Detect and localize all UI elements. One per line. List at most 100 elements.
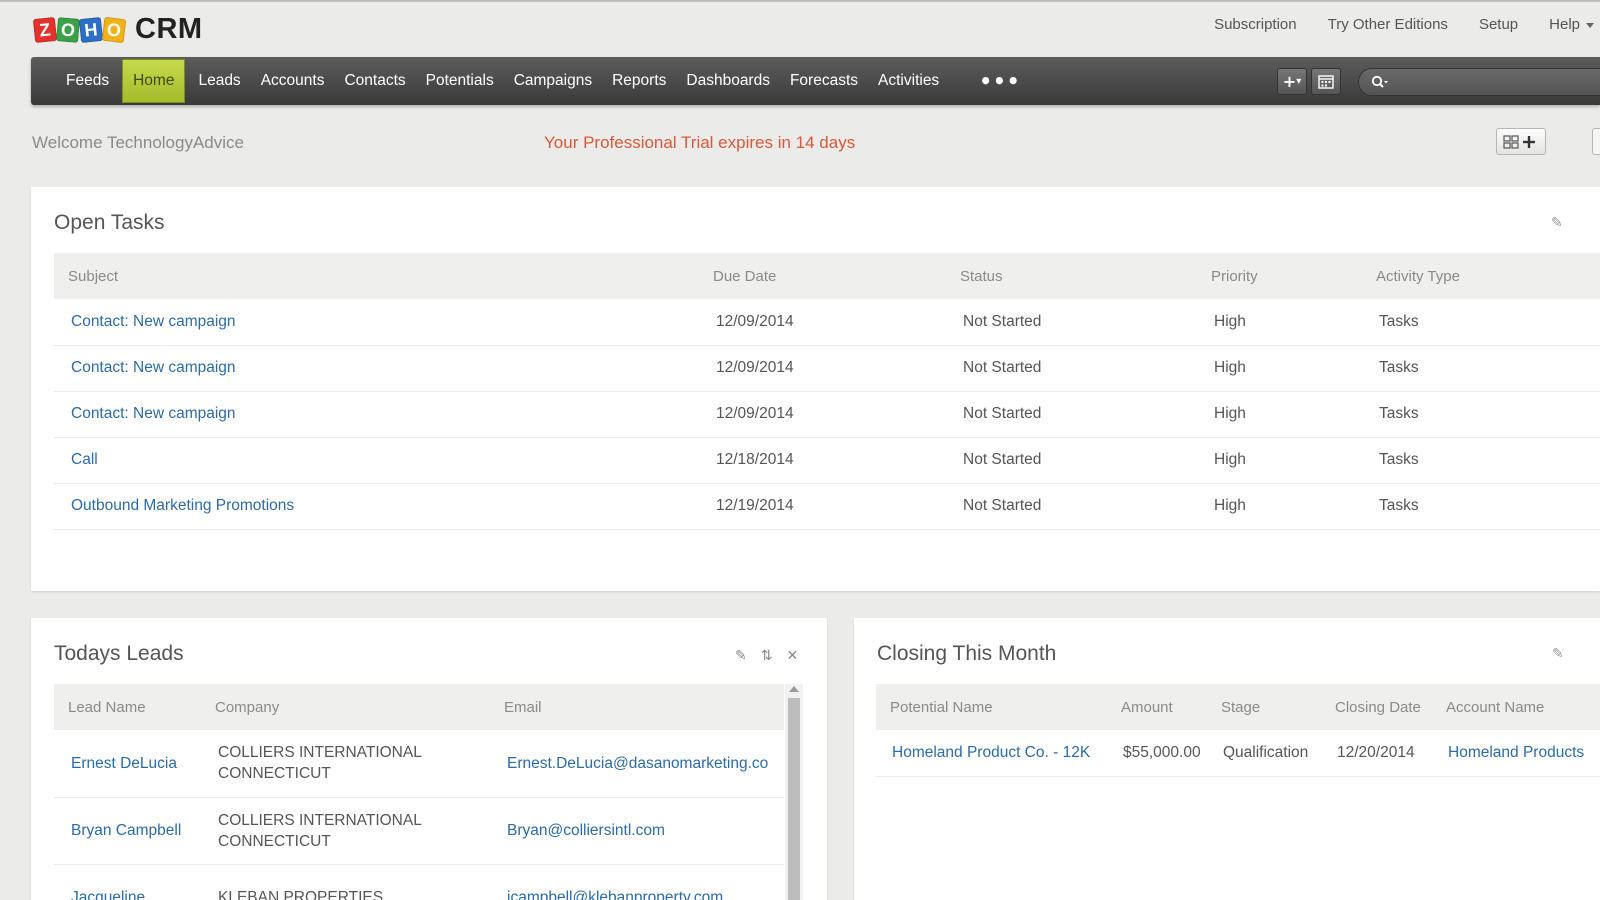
layout-button[interactable] xyxy=(1592,128,1600,155)
table-cell: COLLIERS INTERNATIONAL CONNECTICUT xyxy=(201,797,490,865)
table-cell: 12/09/2014 xyxy=(699,345,946,392)
tab-home[interactable]: Home xyxy=(122,59,186,103)
table-row[interactable]: Bryan Campbell COLLIERS INTERNATIONAL CON… xyxy=(54,797,784,865)
table-cell: Tasks xyxy=(1362,299,1600,346)
open-tasks-table: Subject Due Date Status Priority Activit… xyxy=(54,253,1600,530)
help-menu[interactable]: Help xyxy=(1549,16,1594,33)
record-link[interactable]: Outbound Marketing Promotions xyxy=(54,483,699,530)
column-header[interactable]: Company xyxy=(201,684,490,730)
table-row[interactable]: Call 12/18/2014 Not Started High Tasks xyxy=(54,437,1600,484)
record-link[interactable]: Contact: New campaign xyxy=(54,345,699,392)
table-cell: Not Started xyxy=(946,437,1197,484)
record-link[interactable]: jcampbell@klebanproperty.com xyxy=(490,864,784,900)
column-header[interactable]: Amount xyxy=(1107,684,1207,730)
table-cell: Tasks xyxy=(1362,391,1600,438)
column-header[interactable]: Priority xyxy=(1197,253,1362,299)
column-header[interactable]: Stage xyxy=(1207,684,1321,730)
table-cell: COLLIERS INTERNATIONAL CONNECTICUT xyxy=(201,730,490,798)
todays-leads-panel: Todays Leads ✎ ⇅ ✕ Lead Name Company Ema… xyxy=(31,618,827,900)
column-header[interactable]: Lead Name xyxy=(54,684,201,730)
column-header[interactable]: Activity Type xyxy=(1362,253,1600,299)
calendar-icon xyxy=(1318,75,1334,89)
add-component-button[interactable] xyxy=(1496,128,1546,155)
record-link[interactable]: Contact: New campaign xyxy=(54,299,699,346)
zoho-crm-logo[interactable]: Z O H O CRM xyxy=(32,13,203,46)
column-header[interactable]: Due Date xyxy=(699,253,946,299)
tab-campaigns[interactable]: Campaigns xyxy=(504,58,602,104)
table-row[interactable]: Contact: New campaign 12/09/2014 Not Start… xyxy=(54,391,1600,438)
tab-activities[interactable]: Activities xyxy=(868,58,949,104)
table-cell: KLEBAN PROPERTIES xyxy=(201,864,490,900)
tab-forecasts[interactable]: Forecasts xyxy=(780,58,868,104)
trial-notice[interactable]: Your Professional Trial expires in 14 da… xyxy=(544,133,855,153)
closing-this-month-table: Potential Name Amount Stage Closing Date… xyxy=(876,684,1600,777)
subscription-link[interactable]: Subscription xyxy=(1214,16,1297,33)
try-other-editions-link[interactable]: Try Other Editions xyxy=(1328,16,1448,33)
more-tabs-button[interactable]: ••• xyxy=(979,69,1020,93)
logo-letter: H xyxy=(78,16,104,43)
table-row[interactable]: Ernest DeLucia COLLIERS INTERNATIONAL CON… xyxy=(54,730,784,798)
tab-reports[interactable]: Reports xyxy=(602,58,676,104)
pencil-icon[interactable]: ✎ xyxy=(735,648,747,664)
column-header[interactable]: Status xyxy=(946,253,1197,299)
main-navbar: Feeds Home Leads Accounts Contacts Poten… xyxy=(31,57,1600,105)
record-link[interactable]: Call xyxy=(54,437,699,484)
table-header-row: Lead Name Company Email xyxy=(54,684,784,730)
table-row[interactable]: Jacqueline KLEBAN PROPERTIES jcampbell@kle… xyxy=(54,864,784,900)
tab-accounts[interactable]: Accounts xyxy=(251,58,335,104)
calendar-button[interactable] xyxy=(1311,68,1341,95)
table-row[interactable]: Outbound Marketing Promotions 12/19/2014 N… xyxy=(54,483,1600,530)
column-header[interactable]: Subject xyxy=(54,253,699,299)
setup-link[interactable]: Setup xyxy=(1479,16,1518,33)
table-cell: 12/19/2014 xyxy=(699,483,946,530)
tab-leads[interactable]: Leads xyxy=(188,58,250,104)
grid-plus-icon xyxy=(1503,134,1535,149)
table-cell: Tasks xyxy=(1362,437,1600,484)
table-cell: High xyxy=(1197,299,1362,346)
pencil-icon[interactable]: ✎ xyxy=(1551,215,1563,231)
record-link[interactable]: Bryan@colliersintl.com xyxy=(490,797,784,865)
plus-icon: + xyxy=(1282,72,1297,91)
panel-actions: ✎ ⇅ ✕ xyxy=(721,648,798,664)
column-header[interactable]: Potential Name xyxy=(876,684,1107,730)
scroll-up-icon[interactable] xyxy=(789,686,799,692)
table-row[interactable]: Contact: New campaign 12/09/2014 Not Start… xyxy=(54,345,1600,392)
top-links: Subscription Try Other Editions Setup He… xyxy=(1183,16,1594,33)
table-row[interactable]: Contact: New campaign 12/09/2014 Not Start… xyxy=(54,299,1600,346)
tab-dashboards[interactable]: Dashboards xyxy=(676,58,780,104)
record-link[interactable]: Bryan Campbell xyxy=(54,797,201,865)
tab-feeds[interactable]: Feeds xyxy=(56,58,119,104)
refresh-icon[interactable]: ⇅ xyxy=(761,648,773,664)
table-cell: 12/20/2014 xyxy=(1321,730,1432,777)
table-row[interactable]: Homeland Product Co. - 12K $55,000.00 Qual… xyxy=(876,730,1600,777)
table-cell: High xyxy=(1197,437,1362,484)
scroll-thumb[interactable] xyxy=(788,698,800,900)
table-cell: Tasks xyxy=(1362,345,1600,392)
column-header[interactable]: Email xyxy=(490,684,784,730)
tab-potentials[interactable]: Potentials xyxy=(416,58,504,104)
welcome-message: Welcome TechnologyAdvice xyxy=(32,133,244,152)
record-link[interactable]: Ernest.DeLucia@dasanomarketing.co xyxy=(490,730,784,798)
table-header-row: Potential Name Amount Stage Closing Date… xyxy=(876,684,1600,730)
help-label: Help xyxy=(1549,16,1580,33)
pencil-icon[interactable]: ✎ xyxy=(1552,646,1564,662)
table-cell: High xyxy=(1197,483,1362,530)
app-name: CRM xyxy=(135,13,203,45)
quick-create-button[interactable]: + ▾ xyxy=(1277,68,1307,95)
nav-tools: + ▾ xyxy=(1277,68,1345,95)
record-link[interactable]: Ernest DeLucia xyxy=(54,730,201,798)
close-icon[interactable]: ✕ xyxy=(786,648,798,664)
table-cell: High xyxy=(1197,345,1362,392)
record-link[interactable]: Contact: New campaign xyxy=(54,391,699,438)
caret-down-icon xyxy=(1586,22,1594,28)
leads-scrollbar[interactable] xyxy=(785,684,803,900)
search-icon[interactable] xyxy=(1371,75,1389,89)
column-header[interactable]: Account Name xyxy=(1432,684,1600,730)
table-cell: Not Started xyxy=(946,483,1197,530)
search-input[interactable] xyxy=(1397,74,1587,90)
record-link[interactable]: Homeland Product Co. - 12K xyxy=(876,730,1107,777)
record-link[interactable]: Jacqueline xyxy=(54,864,201,900)
record-link[interactable]: Homeland Products xyxy=(1432,730,1600,777)
tab-contacts[interactable]: Contacts xyxy=(334,58,415,104)
column-header[interactable]: Closing Date xyxy=(1321,684,1432,730)
